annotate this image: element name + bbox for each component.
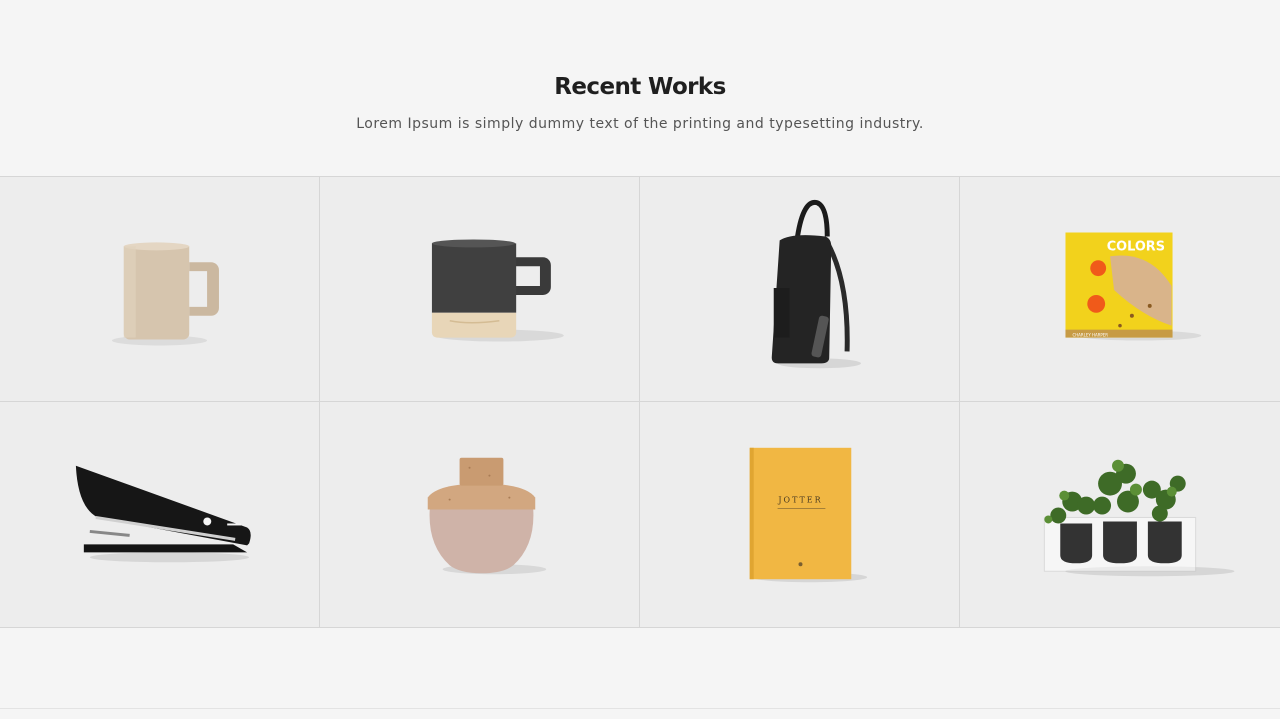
cork-jar-image: [427, 457, 547, 575]
jotter-title: JOTTER: [777, 496, 822, 505]
black-mug-image: [431, 239, 564, 342]
section-subtitle: Lorem Ipsum is simply dummy text of the …: [356, 116, 924, 132]
work-item-stapler[interactable]: [0, 402, 320, 627]
work-item-backpack[interactable]: [640, 177, 960, 402]
work-item-black-mug[interactable]: [320, 177, 640, 402]
section-title: Recent Works: [554, 74, 726, 100]
stapler-image: [75, 465, 251, 563]
colors-book-image: COLORS CHARLEY HARPER: [1065, 232, 1202, 341]
colors-book-title: COLORS: [1107, 239, 1165, 254]
divider: [0, 708, 1280, 709]
work-item-cork-jar[interactable]: [320, 402, 640, 627]
backpack-image: [771, 199, 861, 369]
footer-spacer: [0, 628, 1280, 719]
work-item-colors-book[interactable]: COLORS CHARLEY HARPER: [960, 177, 1280, 402]
work-item-jotter[interactable]: JOTTER: [640, 402, 960, 627]
herb-planter-image: [1043, 459, 1235, 577]
jotter-notebook-image: JOTTER: [749, 447, 868, 583]
work-item-beige-mug[interactable]: [0, 177, 320, 402]
work-item-herb-planter[interactable]: [960, 402, 1280, 627]
recent-works-header: Recent Works Lorem Ipsum is simply dummy…: [0, 0, 1280, 176]
colors-book-author: CHARLEY HARPER: [1072, 333, 1108, 338]
works-grid: COLORS CHARLEY HARPER JOTTER: [0, 176, 1280, 628]
beige-mug-image: [111, 242, 219, 346]
